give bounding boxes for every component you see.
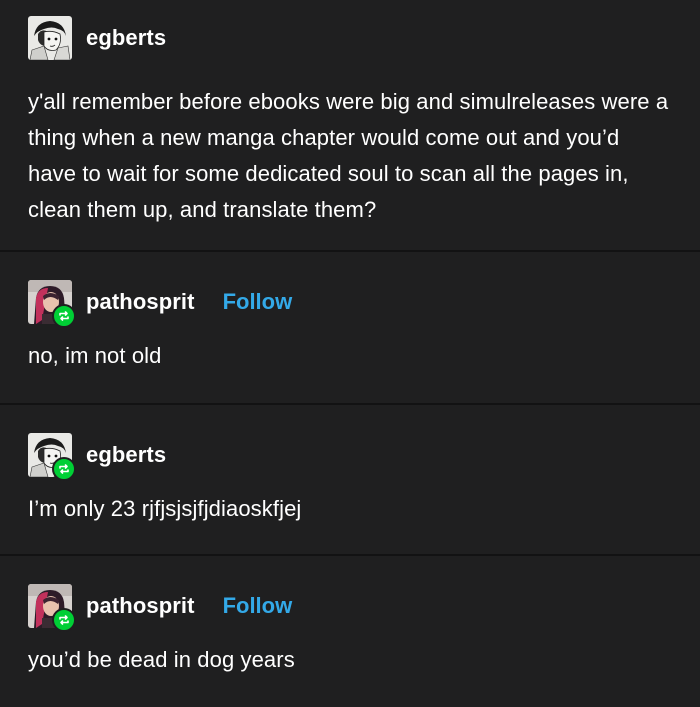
reblog-icon <box>59 615 69 625</box>
post-text: I’m only 23 rjfjsjsjfjdiaoskfjej <box>28 496 302 521</box>
reblog-thread: egberts y'all remember before ebooks wer… <box>0 0 700 707</box>
follow-button[interactable]: Follow <box>223 289 293 315</box>
post-header: egberts <box>28 433 672 481</box>
follow-button[interactable]: Follow <box>223 593 293 619</box>
username[interactable]: egberts <box>86 25 166 51</box>
reblog-icon <box>59 464 69 474</box>
username[interactable]: pathosprit <box>86 593 195 619</box>
post-reblog: pathosprit Follow you’d be dead in dog y… <box>0 554 700 707</box>
post-header: egberts <box>28 16 672 60</box>
avatar[interactable] <box>28 433 76 481</box>
username[interactable]: pathosprit <box>86 289 195 315</box>
reblog-badge <box>52 457 76 481</box>
post-reblog: egberts I’m only 23 rjfjsjsjfjdiaoskfjej <box>0 403 700 554</box>
avatar[interactable] <box>28 280 76 328</box>
username[interactable]: egberts <box>86 442 166 468</box>
manga-sketch-avatar-icon <box>28 16 72 60</box>
reblog-badge <box>52 304 76 328</box>
post-header: pathosprit Follow <box>28 280 672 328</box>
reblog-badge <box>52 608 76 632</box>
post-header: pathosprit Follow <box>28 584 672 632</box>
avatar[interactable] <box>28 584 76 632</box>
post-text: you’d be dead in dog years <box>28 647 295 672</box>
post-text: no, im not old <box>28 343 162 368</box>
post-original: egberts y'all remember before ebooks wer… <box>0 0 700 250</box>
reblog-icon <box>59 311 69 321</box>
post-reblog: pathosprit Follow no, im not old <box>0 250 700 403</box>
post-text: y'all remember before ebooks were big an… <box>28 89 669 222</box>
avatar[interactable] <box>28 16 72 60</box>
